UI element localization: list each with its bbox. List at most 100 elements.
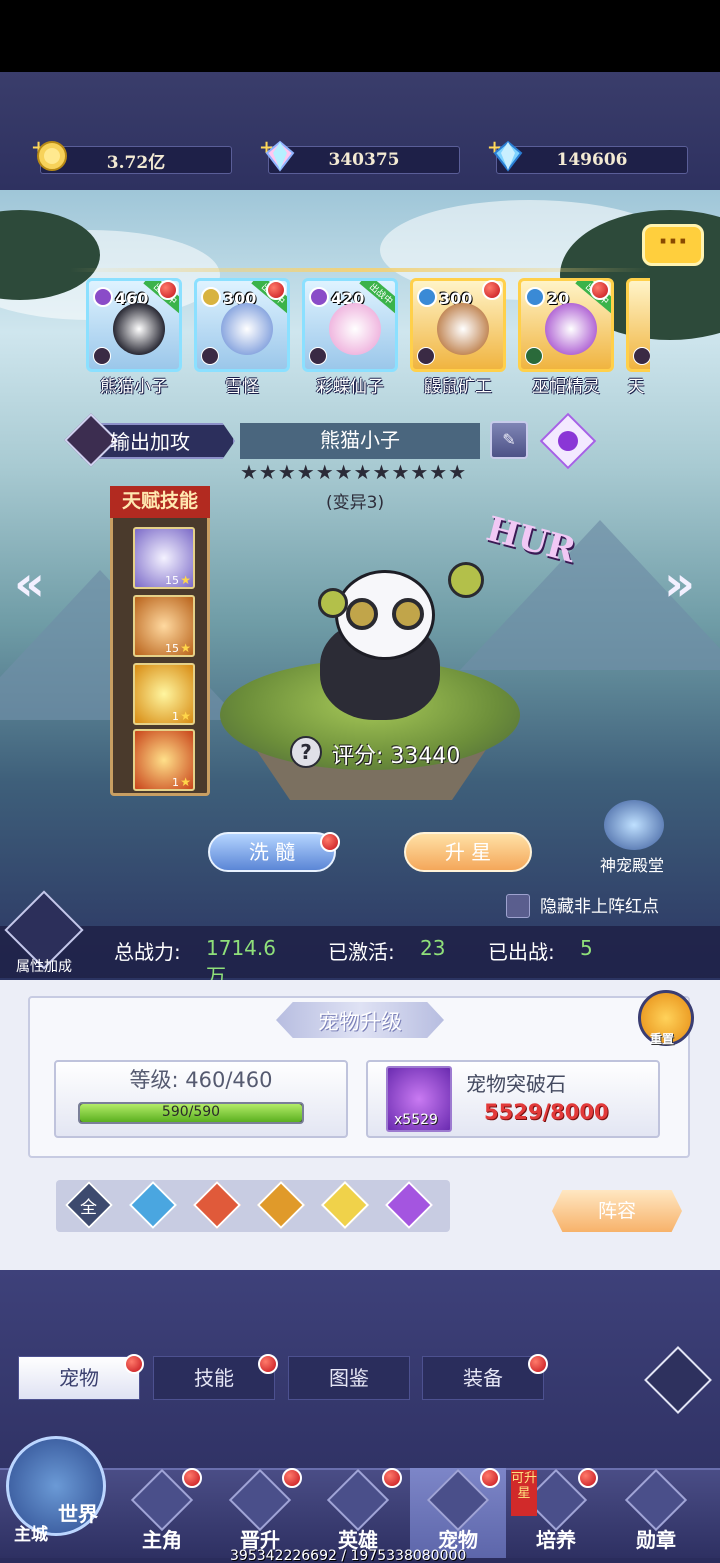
roster-card[interactable]: 300 鼹鼠矿工 bbox=[406, 278, 516, 396]
talent-skill[interactable]: 15 ★ bbox=[133, 527, 195, 589]
gold-coin-icon bbox=[35, 139, 69, 173]
red-dot bbox=[528, 1354, 548, 1374]
main-city-label[interactable]: 主城 bbox=[14, 1520, 48, 1545]
attribute-bonus-label[interactable]: 属性加成 bbox=[16, 956, 72, 976]
talent-skill[interactable]: 1 ★ bbox=[133, 729, 195, 791]
world-label[interactable]: 世界 bbox=[58, 1498, 98, 1527]
star-up-button[interactable]: 升 星 bbox=[404, 832, 532, 872]
tab-skill[interactable]: 技能 bbox=[153, 1356, 275, 1400]
skill-level: 1 bbox=[172, 710, 179, 723]
top-black-strip bbox=[0, 0, 720, 72]
nav-label: 培养 bbox=[536, 1528, 576, 1552]
feather-edit-icon[interactable]: ✎ bbox=[490, 421, 528, 459]
red-dot bbox=[266, 280, 286, 300]
star-icon: ★ bbox=[180, 641, 191, 655]
support-role-icon bbox=[201, 347, 219, 365]
pet-name: 天 bbox=[627, 377, 645, 396]
roster-card[interactable]: 天 bbox=[622, 278, 650, 396]
butterfly-fairy-portrait-icon bbox=[329, 303, 381, 355]
star-icon: ★ bbox=[180, 775, 191, 789]
upgradable-badge: 可升星 bbox=[511, 1470, 537, 1516]
blue-diamond-icon bbox=[491, 139, 525, 173]
score-help-icon[interactable]: ? bbox=[290, 736, 322, 768]
rainbow-diamond-value: 340375 bbox=[328, 150, 400, 170]
gold-currency[interactable]: + 3.72亿 bbox=[31, 137, 232, 174]
red-dot bbox=[124, 1354, 144, 1374]
pet-name: 鼹鼠矿工 bbox=[424, 377, 492, 396]
roster-card[interactable]: 420 出战中 彩蝶仙子 bbox=[298, 278, 408, 396]
deployed-value: 5 bbox=[580, 936, 593, 960]
dark-element-icon bbox=[93, 287, 113, 307]
pet-score: 评分: 33440 bbox=[332, 744, 461, 769]
medal-icon bbox=[624, 1468, 688, 1532]
skill-level: 15 bbox=[165, 574, 179, 587]
talent-skill[interactable]: 1 ★ bbox=[133, 663, 195, 725]
star-rating: ★★★★★★★★★★★★ bbox=[240, 460, 468, 484]
hide-red-dot-checkbox[interactable] bbox=[506, 894, 530, 918]
lineup-button[interactable]: 阵容 bbox=[552, 1190, 682, 1232]
blue-diamond-currency[interactable]: + 149606 bbox=[487, 137, 688, 174]
total-power-value: 1714.6 bbox=[206, 936, 276, 960]
chat-bubble-button[interactable]: ··· bbox=[642, 224, 704, 266]
tab-pet[interactable]: 宠物 bbox=[18, 1356, 140, 1400]
nav-label: 勋章 bbox=[636, 1528, 676, 1552]
red-dot bbox=[578, 1468, 598, 1488]
roster-card[interactable]: 300 出战中 雪怪 bbox=[190, 278, 300, 396]
filter-all-label: 全 bbox=[80, 1198, 97, 1218]
attack-role-icon bbox=[633, 347, 650, 365]
talent-skill[interactable]: 15 ★ bbox=[133, 595, 195, 657]
red-dot bbox=[480, 1468, 500, 1488]
xp-text: 590/590 bbox=[161, 1104, 221, 1120]
light-element-icon bbox=[201, 287, 221, 307]
red-dot bbox=[382, 1468, 402, 1488]
talent-title: 天赋技能 bbox=[110, 486, 210, 518]
water-element-icon bbox=[417, 287, 437, 307]
variant-label: (变异3) bbox=[326, 493, 385, 513]
dark-element-icon bbox=[309, 287, 329, 307]
wash-button[interactable]: 洗 髓 bbox=[208, 832, 336, 872]
stone-count: x5529 bbox=[394, 1112, 438, 1128]
activated-value: 23 bbox=[420, 936, 446, 960]
activated-label: 已激活: bbox=[328, 940, 395, 964]
deployed-label: 已出战: bbox=[488, 940, 555, 964]
helmet-icon bbox=[326, 1468, 390, 1532]
divine-pet-hall-label[interactable]: 神宠殿堂 bbox=[600, 852, 664, 876]
hide-red-dot-label[interactable]: 隐藏非上阵红点 bbox=[540, 892, 659, 917]
water-element-icon bbox=[525, 287, 545, 307]
next-pet-arrow-icon[interactable]: » bbox=[664, 556, 695, 612]
drone-propeller-icon bbox=[318, 588, 348, 618]
stone-progress: 5529/8000 bbox=[484, 1100, 609, 1124]
footer-ids: 395342226692 / 1975338080000 bbox=[230, 1548, 467, 1563]
goggle-icon bbox=[346, 598, 378, 630]
pet-roster[interactable]: 460 出战中 熊猫小子 300 出战中 雪怪 420 出战中 彩蝶仙子 bbox=[82, 278, 650, 396]
tab-codex[interactable]: 图鉴 bbox=[288, 1356, 410, 1400]
gold-value: 3.72亿 bbox=[106, 152, 166, 173]
rainbow-diamond-icon bbox=[263, 139, 297, 173]
red-dot bbox=[590, 280, 610, 300]
red-dot bbox=[182, 1468, 202, 1488]
pet-name: 雪怪 bbox=[225, 377, 259, 396]
red-dot bbox=[158, 280, 178, 300]
nav-label: 主角 bbox=[142, 1528, 182, 1552]
support-role-icon bbox=[309, 347, 327, 365]
panda-portrait-icon bbox=[113, 303, 165, 355]
panel-title: 宠物升级 bbox=[318, 1010, 402, 1034]
stone-name: 宠物突破石 bbox=[466, 1072, 566, 1096]
pet-name: 彩蝶仙子 bbox=[316, 377, 384, 396]
level-text: 等级: 460/460 bbox=[129, 1068, 273, 1092]
total-power-label: 总战力: bbox=[114, 940, 181, 964]
divine-pet-hall-icon[interactable] bbox=[604, 800, 664, 850]
attack-role-icon bbox=[93, 347, 111, 365]
drone-propeller-icon bbox=[448, 562, 484, 598]
previous-pet-arrow-icon[interactable]: « bbox=[14, 556, 45, 612]
star-icon: ★ bbox=[180, 573, 191, 587]
red-dot bbox=[282, 1468, 302, 1488]
tab-equipment[interactable]: 装备 bbox=[422, 1356, 544, 1400]
talent-skill-panel: 15 ★ 15 ★ 1 ★ 1 ★ bbox=[110, 486, 210, 796]
nav-medal[interactable]: 勋章 bbox=[608, 1468, 704, 1558]
pet-name-title: 熊猫小子 bbox=[240, 423, 480, 459]
reset-label[interactable]: 重置 bbox=[650, 1030, 674, 1047]
rainbow-diamond-currency[interactable]: + 340375 bbox=[259, 137, 460, 174]
roster-card[interactable]: 460 出战中 熊猫小子 bbox=[82, 278, 192, 396]
eye-icon bbox=[558, 431, 578, 451]
